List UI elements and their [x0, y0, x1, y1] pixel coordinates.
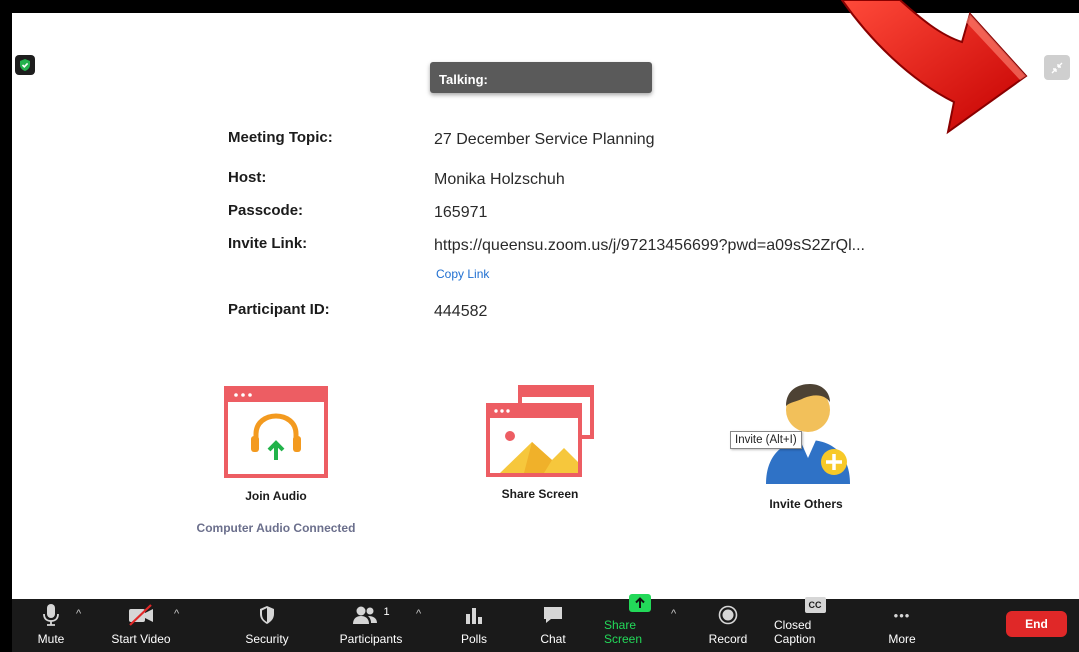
passcode-value: 165971 [434, 204, 488, 221]
audio-options-chevron-icon[interactable]: ^ [76, 608, 81, 620]
closed-caption-label: Closed Caption [774, 618, 816, 646]
video-options-chevron-icon[interactable]: ^ [174, 608, 179, 620]
microphone-icon [42, 603, 60, 627]
invite-link-value[interactable]: https://queensu.zoom.us/j/97213456699?pw… [434, 237, 865, 255]
participants-button[interactable]: 1 Participants [338, 599, 404, 652]
start-video-label: Start Video [111, 632, 171, 646]
participants-count: 1 [383, 606, 390, 618]
talking-indicator: Talking: [430, 62, 652, 93]
meeting-topic-value: 27 December Service Planning [434, 131, 655, 148]
share-screen-action-button[interactable]: Share Screen [440, 384, 640, 501]
record-icon [718, 603, 738, 627]
invite-link-label: Invite Link: [228, 235, 308, 252]
security-label: Security [245, 632, 289, 646]
host-label: Host: [228, 169, 267, 186]
end-meeting-button[interactable]: End [1006, 611, 1067, 637]
participants-icon: 1 [352, 603, 390, 627]
share-screen-arrow-icon [628, 593, 652, 613]
closed-caption-icon: CC [804, 597, 826, 613]
polls-button[interactable]: Polls [456, 599, 492, 652]
record-button[interactable]: Record [706, 599, 750, 652]
meeting-topic-label: Meeting Topic: [228, 129, 333, 146]
join-audio-icon [224, 386, 328, 478]
chat-button[interactable]: Chat [536, 599, 570, 652]
share-screen-button[interactable]: Share Screen [604, 594, 676, 652]
chat-label: Chat [540, 632, 566, 646]
more-label: More [888, 632, 916, 646]
closed-caption-button[interactable]: CC Closed Caption [774, 597, 856, 652]
mute-label: Mute [37, 632, 65, 646]
meeting-toolbar: Mute ^ Start Video ^ Security 1 Particip… [12, 594, 1079, 652]
more-dots-icon: ••• [893, 607, 911, 623]
invite-others-label: Invite Others [769, 497, 843, 511]
chat-bubble-icon [542, 603, 564, 627]
passcode-label: Passcode: [228, 202, 304, 219]
share-screen-icon [486, 385, 594, 477]
share-screen-toolbar-label: Share Screen [604, 618, 643, 646]
audio-status-text: Computer Audio Connected [196, 521, 356, 535]
start-video-button[interactable]: Start Video [110, 599, 172, 652]
copy-link-button[interactable]: Copy Link [436, 267, 489, 281]
polls-label: Polls [460, 632, 487, 646]
polls-icon [464, 603, 484, 627]
participants-label: Participants [339, 632, 403, 646]
mute-button[interactable]: Mute [32, 599, 70, 652]
red-arrow-annotation-icon [835, 0, 1028, 135]
join-audio-label: Join Audio [245, 489, 307, 503]
participants-chevron-icon[interactable]: ^ [416, 608, 421, 620]
participant-id-value: 444582 [434, 303, 488, 320]
more-button[interactable]: ••• More [884, 599, 920, 652]
host-value: Monika Holzschuh [434, 171, 565, 188]
invite-tooltip: Invite (Alt+I) [730, 431, 802, 449]
share-screen-label: Share Screen [501, 487, 579, 501]
record-label: Record [708, 632, 748, 646]
participant-id-label: Participant ID: [228, 301, 330, 318]
security-shield-icon [258, 603, 276, 627]
video-off-icon [127, 603, 155, 627]
join-audio-button[interactable]: Join Audio [176, 386, 376, 503]
security-button[interactable]: Security [242, 599, 292, 652]
share-screen-chevron-icon[interactable]: ^ [671, 608, 676, 620]
encryption-shield-icon[interactable] [15, 55, 35, 75]
